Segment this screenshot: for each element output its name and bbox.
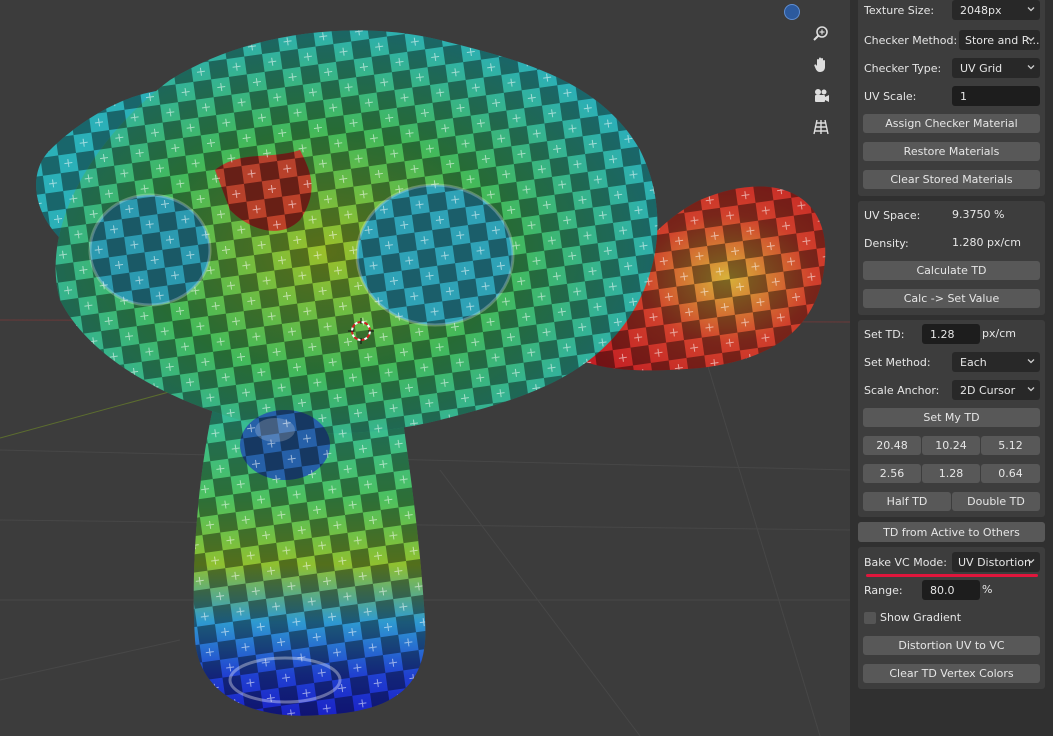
set-td-label: Set TD: (864, 327, 905, 341)
clear-stored-materials-button[interactable]: Clear Stored Materials (863, 170, 1040, 189)
checker-type-dropdown[interactable]: UV Grid (952, 58, 1040, 78)
3d-viewport[interactable] (0, 0, 850, 736)
restore-materials-button[interactable]: Restore Materials (863, 142, 1040, 161)
range-field[interactable]: 80.0 (922, 580, 980, 600)
checker-type-label: Checker Type: (864, 61, 942, 75)
preset-10-24-button[interactable]: 10.24 (922, 436, 980, 455)
bake-vc-mode-value: UV Distortion (958, 555, 1031, 569)
chevron-down-icon (1027, 65, 1035, 70)
uv-space-value: 9.3750 % (952, 208, 1005, 221)
set-method-dropdown[interactable]: Each (952, 352, 1040, 372)
chevron-down-icon (1027, 559, 1035, 564)
distortion-uv-to-vc-button[interactable]: Distortion UV to VC (863, 636, 1040, 655)
clear-td-vertex-colors-button[interactable]: Clear TD Vertex Colors (863, 664, 1040, 683)
bake-vc-panel: Bake VC Mode: UV Distortion Range: 80.0 … (858, 547, 1045, 689)
set-method-label: Set Method: (864, 355, 931, 369)
monkey-mesh-render (0, 30, 850, 736)
checker-type-value: UV Grid (960, 61, 1003, 75)
assign-checker-material-button[interactable]: Assign Checker Material (863, 114, 1040, 133)
checker-panel: Texture Size: 2048px Checker Method: Sto… (858, 0, 1045, 196)
td-from-active-to-others-button[interactable]: TD from Active to Others (858, 522, 1045, 542)
texture-size-value: 2048px (960, 3, 1002, 17)
density-value: 1.280 px/cm (952, 236, 1021, 249)
calc-set-value-button[interactable]: Calc -> Set Value (863, 289, 1040, 308)
bake-vc-mode-label: Bake VC Mode: (864, 555, 947, 569)
set-td-field[interactable]: 1.28 (922, 324, 980, 344)
hand-pan-icon[interactable] (808, 52, 834, 78)
calculate-td-button[interactable]: Calculate TD (863, 261, 1040, 280)
chevron-down-icon (1027, 37, 1035, 42)
range-label: Range: (864, 583, 903, 597)
density-label: Density: (864, 236, 909, 250)
set-td-unit: px/cm (982, 327, 1016, 340)
uv-scale-label: UV Scale: (864, 89, 917, 103)
double-td-button[interactable]: Double TD (952, 492, 1040, 511)
sidebar-panel: Texture Size: 2048px Checker Method: Sto… (850, 0, 1053, 736)
preset-5-12-button[interactable]: 5.12 (981, 436, 1040, 455)
uv-scale-field[interactable]: 1 (952, 86, 1040, 106)
texture-size-label: Texture Size: (864, 3, 935, 17)
scale-anchor-dropdown[interactable]: 2D Cursor (952, 380, 1040, 400)
chevron-down-icon (1027, 7, 1035, 12)
axis-gizmo-dot[interactable] (784, 4, 800, 20)
chevron-down-icon (1027, 387, 1035, 392)
uv-space-label: UV Space: (864, 208, 921, 222)
zoom-icon[interactable] (808, 21, 834, 47)
half-td-button[interactable]: Half TD (863, 492, 951, 511)
grid-view-icon[interactable] (808, 114, 834, 140)
preset-1-28-button[interactable]: 1.28 (922, 464, 980, 483)
set-my-td-button[interactable]: Set My TD (863, 408, 1040, 427)
checker-method-label: Checker Method: (864, 33, 958, 47)
calc-td-panel: UV Space: 9.3750 % Density: 1.280 px/cm … (858, 201, 1045, 315)
preset-20-48-button[interactable]: 20.48 (863, 436, 921, 455)
chevron-down-icon (1027, 359, 1035, 364)
camera-icon[interactable] (808, 83, 834, 109)
texture-size-dropdown[interactable]: 2048px (952, 0, 1040, 20)
checker-method-dropdown[interactable]: Store and R... (959, 30, 1040, 50)
scale-anchor-value: 2D Cursor (960, 383, 1016, 397)
preset-0-64-button[interactable]: 0.64 (981, 464, 1040, 483)
show-gradient-label: Show Gradient (880, 611, 962, 624)
show-gradient-checkbox[interactable] (864, 612, 876, 624)
scale-anchor-label: Scale Anchor: (864, 383, 940, 397)
range-unit: % (982, 583, 993, 596)
highlight-underline (866, 574, 1038, 577)
set-td-panel: Set TD: 1.28 px/cm Set Method: Each Scal… (858, 320, 1045, 517)
set-method-value: Each (960, 355, 987, 369)
bake-vc-mode-dropdown[interactable]: UV Distortion (952, 552, 1040, 572)
preset-2-56-button[interactable]: 2.56 (863, 464, 921, 483)
